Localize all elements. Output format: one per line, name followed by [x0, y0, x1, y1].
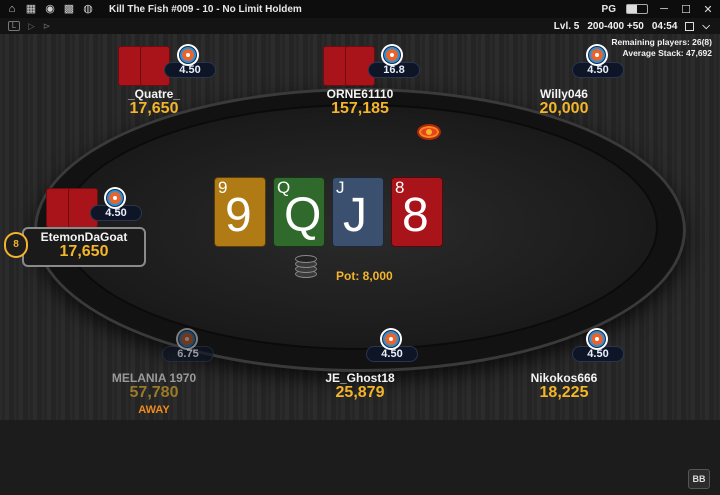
close-icon[interactable]: ✕: [702, 3, 714, 16]
player-name[interactable]: Nikokos666: [494, 371, 634, 385]
remaining-players: Remaining players: 26(8): [611, 37, 712, 47]
card-rank: Q: [284, 189, 322, 242]
player-stack: 18,225: [539, 384, 589, 401]
mode-toggle[interactable]: [626, 4, 648, 14]
player-stack: 57,780: [129, 384, 179, 401]
target-icon: [380, 328, 402, 350]
board-card: 8 8: [391, 177, 443, 247]
level-timer: 04:54: [651, 20, 678, 32]
target-icon: [177, 44, 199, 66]
dealer-button-icon: [417, 124, 441, 140]
board-card: Q Q: [273, 177, 325, 247]
player-stack: 25,879: [335, 384, 385, 401]
bb-display-button[interactable]: BB: [688, 469, 710, 489]
target-icon: [176, 328, 198, 350]
away-status: AWAY: [138, 404, 170, 416]
tournament-info: Remaining players: 26(8) Average Stack: …: [611, 37, 712, 59]
pot-chips-icon: [295, 254, 317, 280]
window-layout-icon[interactable]: [685, 21, 695, 31]
menu-chevron-icon[interactable]: ⌵: [702, 21, 710, 32]
title-bar: ⌂ ▦ ◉ ▩ ◍ Kill The Fish #009 - 10 - No L…: [0, 0, 720, 18]
player-name[interactable]: Willy046: [494, 87, 634, 101]
minimize-icon[interactable]: ─: [658, 3, 670, 15]
player-name[interactable]: ORNE61110: [290, 87, 430, 101]
player-name[interactable]: _Quatre_: [84, 87, 224, 101]
grid-icon[interactable]: ▩: [62, 2, 76, 16]
lobby-icon[interactable]: L: [8, 21, 20, 31]
card-rank: 8: [402, 189, 429, 242]
table-footer: [0, 420, 720, 495]
target-icon: [586, 44, 608, 66]
blinds-label: 200-400 +50: [587, 20, 644, 32]
player-name[interactable]: EtemonDaGoat: [14, 230, 154, 244]
player-stack: 20,000: [539, 100, 589, 117]
target-icon: [104, 187, 126, 209]
target-icon: [586, 328, 608, 350]
player-name[interactable]: JE_Ghost18: [290, 371, 430, 385]
average-stack: Average Stack: 47,692: [622, 48, 712, 58]
player-stack: 157,185: [331, 100, 389, 117]
table-toolbar: L ▷ ⊳ Lvl. 5 200-400 +50 04:54 ⌵: [0, 18, 720, 34]
window-title: Kill The Fish #009 - 10 - No Limit Holde…: [109, 3, 302, 15]
card-rank: J: [343, 189, 367, 242]
board-card: J J: [332, 177, 384, 247]
layout-icon[interactable]: ▦: [24, 2, 38, 16]
card-rank: 9: [225, 189, 252, 242]
skip-icon[interactable]: ⊳: [43, 21, 51, 32]
player-stack: 17,650: [59, 243, 109, 260]
mode-label: PG: [601, 3, 616, 15]
play-icon[interactable]: ▷: [28, 21, 35, 32]
board-card: 9 9: [214, 177, 266, 247]
level-label: Lvl. 5: [553, 20, 580, 32]
back-icon[interactable]: ◉: [43, 2, 57, 16]
player-name[interactable]: MELANIA 1970: [84, 371, 224, 385]
target-icon: [381, 44, 403, 66]
palette-icon[interactable]: ◍: [81, 2, 95, 16]
pot-amount: Pot: 8,000: [336, 269, 393, 283]
home-icon[interactable]: ⌂: [5, 2, 19, 16]
player-stack: 17,650: [129, 100, 179, 117]
maximize-icon[interactable]: ☐: [680, 3, 692, 16]
